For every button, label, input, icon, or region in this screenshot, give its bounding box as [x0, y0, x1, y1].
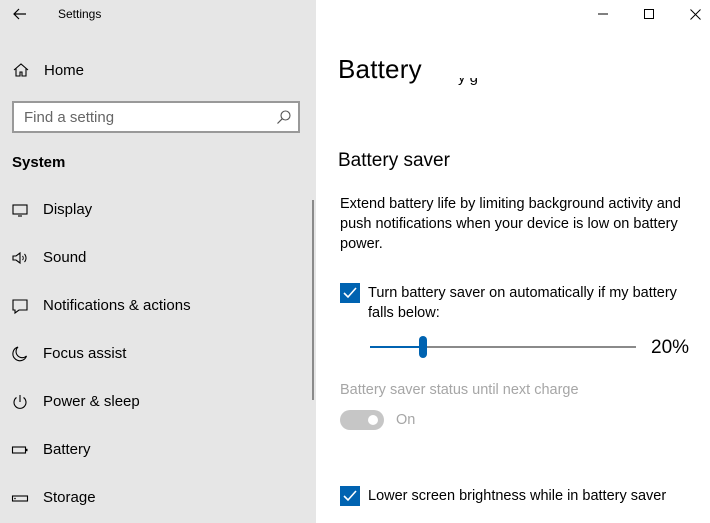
toggle-knob — [368, 415, 378, 425]
battery-saver-header: Battery saver — [338, 150, 450, 171]
close-icon — [689, 8, 701, 20]
lower-brightness-label: Lower screen brightness while in battery… — [368, 488, 667, 504]
storage-icon — [11, 495, 29, 502]
title-bar: Settings — [0, 0, 316, 30]
minimize-icon — [598, 13, 608, 15]
maximize-icon — [644, 9, 654, 19]
checkmark-icon — [343, 287, 357, 299]
battery-icon — [11, 446, 28, 454]
sidebar-item-label: Sound — [43, 249, 87, 266]
sidebar-item-storage[interactable]: Storage — [0, 476, 312, 520]
auto-battery-saver-label: Turn battery saver on automatically if m… — [368, 285, 677, 321]
sidebar-item-battery[interactable]: Battery — [0, 428, 312, 472]
notification-icon — [12, 299, 28, 315]
moon-icon — [12, 346, 28, 362]
sidebar-item-display[interactable]: Display — [0, 188, 312, 232]
sidebar-item-notifications[interactable]: Notifications & actions — [0, 284, 312, 328]
sidebar: Settings Home System Display Sound Notif… — [0, 0, 316, 523]
app-title: Settings — [58, 7, 102, 21]
power-icon — [13, 395, 27, 409]
search-input[interactable] — [14, 103, 270, 131]
sidebar-scrollbar[interactable] — [312, 200, 314, 400]
speaker-icon — [12, 251, 27, 265]
back-button[interactable] — [6, 2, 34, 26]
home-icon — [13, 63, 29, 77]
back-arrow-icon — [13, 8, 26, 20]
threshold-value: 20% — [651, 337, 690, 358]
sidebar-item-label: Power & sleep — [43, 393, 140, 410]
page-title: Battery — [338, 54, 422, 84]
sidebar-item-focus-assist[interactable]: Focus assist — [0, 332, 312, 376]
close-button[interactable] — [672, 0, 710, 28]
search-icon[interactable] — [276, 109, 292, 125]
battery-saver-status-label: Battery saver status until next charge — [340, 382, 579, 398]
threshold-slider-fill — [370, 346, 424, 348]
clipped-text: y g — [458, 78, 598, 92]
sidebar-item-power-sleep[interactable]: Power & sleep — [0, 380, 312, 424]
home-nav-item[interactable]: Home — [0, 52, 316, 88]
auto-battery-saver-checkbox[interactable] — [340, 283, 360, 303]
threshold-slider-thumb[interactable] — [419, 336, 428, 358]
sidebar-item-label: Storage — [43, 489, 96, 506]
lower-brightness-checkbox[interactable] — [340, 486, 360, 506]
minimize-button[interactable] — [580, 0, 626, 28]
maximize-button[interactable] — [626, 0, 672, 28]
section-header-system: System — [12, 154, 66, 171]
sidebar-item-label: Battery — [43, 441, 91, 458]
main-content: Battery y g Battery saver Extend battery… — [316, 0, 710, 523]
monitor-icon — [12, 204, 28, 217]
battery-saver-status-toggle[interactable] — [340, 410, 384, 430]
toggle-state-label: On — [396, 412, 416, 428]
sidebar-item-label: Focus assist — [43, 345, 127, 362]
checkmark-icon — [343, 490, 357, 502]
search-box[interactable] — [12, 101, 300, 133]
sidebar-item-label: Notifications & actions — [43, 297, 191, 314]
sidebar-item-label: Display — [43, 201, 93, 218]
sidebar-item-sound[interactable]: Sound — [0, 236, 312, 280]
home-label: Home — [44, 62, 85, 79]
battery-saver-description: Extend battery life by limiting backgrou… — [340, 196, 681, 252]
